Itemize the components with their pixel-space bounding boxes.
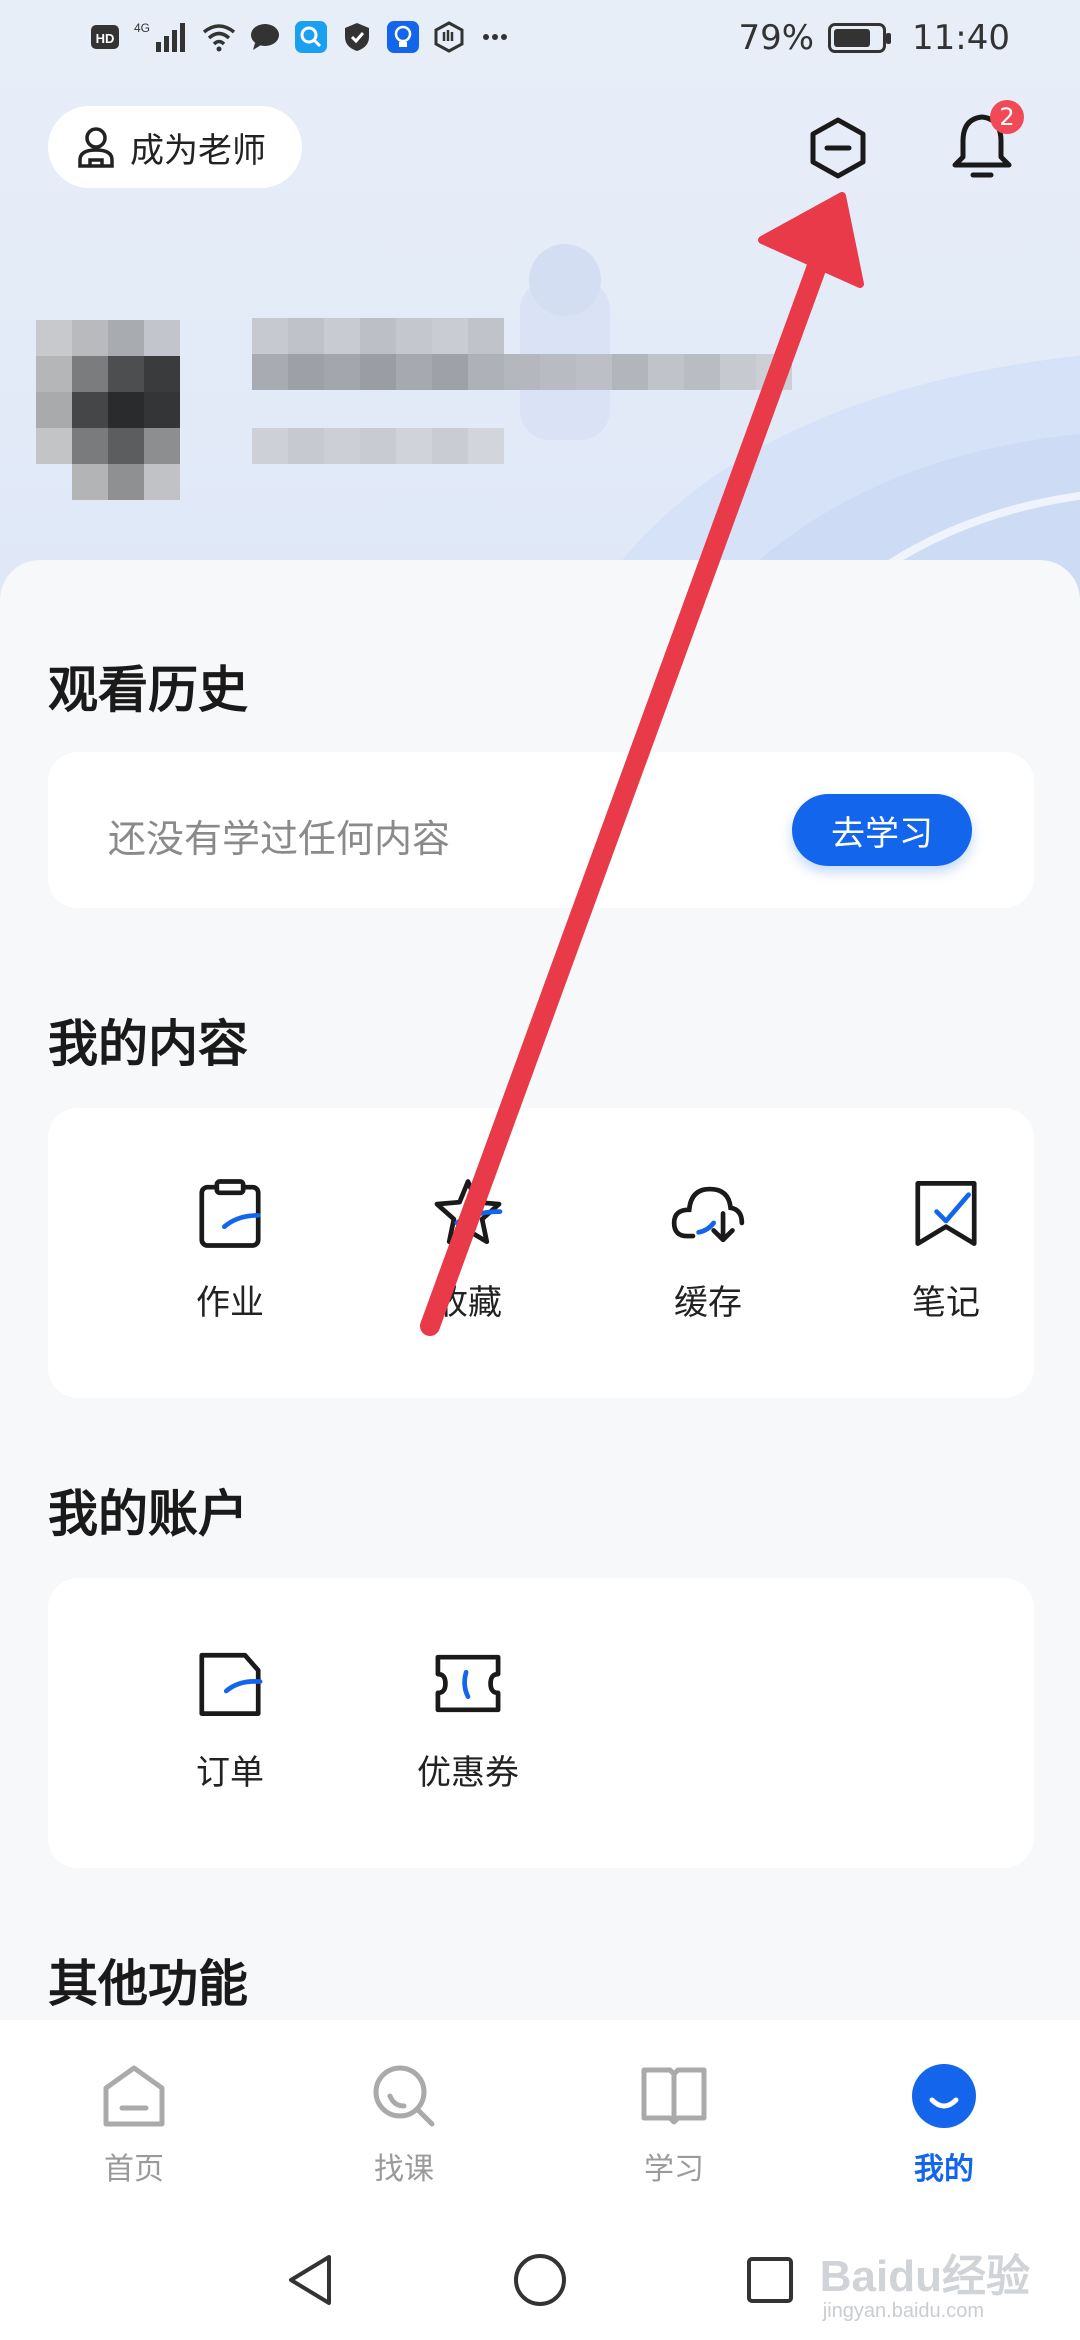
hexagon-settings-icon (810, 117, 866, 179)
order-icon (199, 1652, 263, 1716)
home-circle-icon (514, 2254, 566, 2306)
homework-item[interactable]: 作业 (140, 1144, 320, 1324)
status-bar: HD 4G 79% 11:40 (0, 0, 1080, 84)
notifications-button[interactable]: 2 (946, 100, 1024, 182)
cache-icon (671, 1186, 745, 1243)
nav-home[interactable]: 首页 (64, 2060, 204, 2188)
history-empty-text: 还没有学过任何内容 (108, 817, 451, 861)
cache-item[interactable]: 缓存 (618, 1144, 798, 1324)
coupon-item[interactable]: 优惠券 (378, 1614, 558, 1794)
svg-text:4G: 4G (134, 21, 150, 35)
coupon-icon (435, 1654, 501, 1713)
search-course-icon (373, 2065, 435, 2127)
history-title: 观看历史 (48, 661, 248, 719)
clock: 11:40 (912, 18, 1010, 58)
battery-icon (828, 23, 892, 53)
shield-icon (340, 20, 374, 54)
baidu-watermark: Baidu经验 (819, 2252, 1030, 2301)
blurred-profile-info (36, 318, 792, 500)
back-button[interactable] (280, 2250, 340, 2310)
favorite-icon (434, 1179, 503, 1245)
person-icon (78, 127, 114, 168)
hand-icon (432, 20, 466, 54)
notification-badge: 2 (990, 100, 1024, 134)
main-content: 观看历史 还没有学过任何内容 去学习 我的内容 作业 收藏 缓存 笔记 我的账户… (0, 560, 1080, 2020)
mine-smile-icon (912, 2064, 976, 2128)
back-triangle-icon (289, 2255, 331, 2305)
note-icon (915, 1181, 977, 1246)
history-card: 还没有学过任何内容 去学习 (48, 752, 1034, 908)
nav-find-course-label: 找课 (374, 2152, 434, 2187)
hd-indicator: HD (88, 20, 122, 54)
signal-icon: 4G (134, 20, 190, 54)
my-content-card: 作业 收藏 缓存 笔记 (48, 1108, 1034, 1398)
home-icon (103, 2065, 165, 2127)
search-app-icon (294, 20, 328, 54)
nav-find-course[interactable]: 找课 (334, 2060, 474, 2188)
bottom-navigation: 首页 找课 学习 我的 (0, 2020, 1080, 2220)
my-account-title: 我的账户 (48, 1485, 248, 1543)
message-icon (248, 20, 282, 54)
battery-percent: 79% (738, 18, 815, 58)
my-content-title: 我的内容 (48, 1015, 248, 1073)
recents-square-icon (747, 2257, 793, 2303)
homework-label: 作业 (196, 1283, 264, 1323)
book-icon (641, 2067, 707, 2125)
homework-icon (199, 1179, 261, 1248)
nav-mine-label: 我的 (914, 2152, 974, 2187)
home-system-button[interactable] (510, 2250, 570, 2310)
other-functions-title: 其他功能 (48, 1955, 248, 2013)
cache-label: 缓存 (674, 1283, 742, 1323)
note-label: 笔记 (912, 1283, 980, 1323)
become-teacher-button[interactable]: 成为老师 (48, 106, 302, 188)
more-indicators-icon (478, 20, 512, 54)
recents-button[interactable] (740, 2250, 800, 2310)
nav-study[interactable]: 学习 (604, 2060, 744, 2188)
header-background (0, 0, 1080, 600)
become-teacher-label: 成为老师 (130, 130, 266, 171)
my-account-card: 订单 优惠券 (48, 1578, 1034, 1868)
settings-button[interactable] (802, 112, 874, 184)
order-item[interactable]: 订单 (140, 1614, 320, 1794)
bulb-app-icon (386, 20, 420, 54)
wifi-icon (202, 20, 236, 54)
nav-study-label: 学习 (644, 2152, 704, 2187)
nav-mine[interactable]: 我的 (874, 2060, 1014, 2188)
order-label: 订单 (196, 1753, 264, 1793)
svg-text:HD: HD (96, 31, 115, 46)
go-study-button[interactable]: 去学习 (792, 794, 972, 866)
note-item[interactable]: 笔记 (856, 1144, 1036, 1324)
favorite-label: 收藏 (434, 1283, 502, 1323)
baidu-watermark-url: jingyan.baidu.com (822, 2300, 984, 2322)
nav-home-label: 首页 (104, 2152, 164, 2187)
coupon-label: 优惠券 (417, 1753, 519, 1793)
favorite-item[interactable]: 收藏 (378, 1144, 558, 1324)
